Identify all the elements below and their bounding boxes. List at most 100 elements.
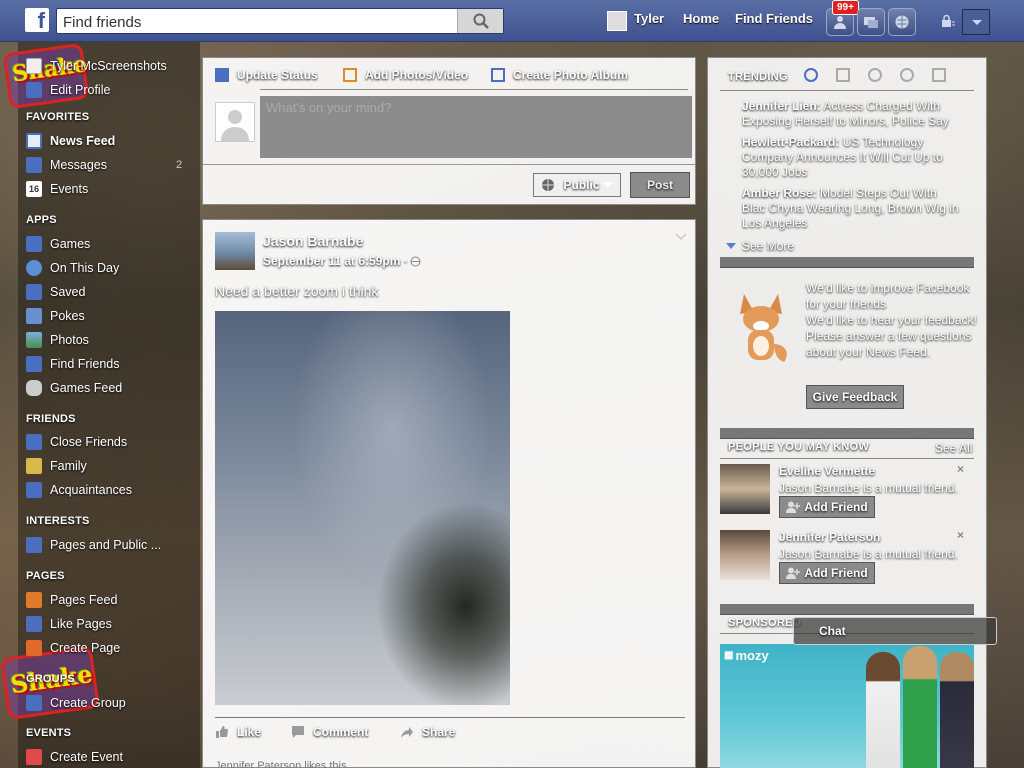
sidebar-item-pokes[interactable]: Pokes (26, 306, 85, 326)
sidebar-heading-events: EVENTS (26, 727, 72, 739)
sidebar-heading-favorites: FAVORITES (26, 111, 90, 123)
person-name[interactable]: Jennifer Paterson (779, 530, 880, 544)
messages-jewel[interactable] (857, 8, 885, 36)
sidebar-item-messages[interactable]: Messages (26, 155, 107, 175)
sidebar-heading-pages: PAGES (26, 570, 65, 582)
sidebar-item-saved[interactable]: Saved (26, 282, 85, 302)
user-avatar[interactable] (607, 11, 627, 31)
likes-summary[interactable]: Jennifer Paterson likes this. (215, 760, 350, 768)
trending-tab-sports-icon[interactable] (900, 68, 914, 82)
pymk-heading: PEOPLE YOU MAY KNOW (728, 441, 870, 453)
notifications-jewel[interactable] (888, 8, 916, 36)
post-button[interactable]: Post (630, 172, 690, 198)
mutual-friends[interactable]: Jason Barnabe is a mutual friend. (779, 481, 958, 495)
section-divider (720, 257, 974, 268)
clock-icon (26, 260, 42, 276)
sidebar-item-family[interactable]: Family (26, 456, 87, 476)
post-timestamp[interactable]: September 11 at 6:59pm · (263, 254, 421, 268)
rss-icon (26, 537, 42, 553)
author-avatar[interactable] (215, 232, 255, 270)
status-input[interactable]: What's on your mind? (260, 96, 692, 158)
search-input[interactable] (63, 12, 453, 32)
plus-icon (26, 640, 42, 656)
facebook-logo[interactable]: f (25, 8, 49, 32)
sidebar-item-news-feed[interactable]: News Feed (26, 131, 115, 151)
nav-find-friends-link[interactable]: Find Friends (735, 11, 813, 26)
pencil-icon (215, 68, 229, 82)
sidebar-heading-friends: FRIENDS (26, 413, 76, 425)
thumbs-up-icon (26, 616, 42, 632)
acquaintances-icon (26, 482, 42, 498)
sponsored-ad-image[interactable]: ▦ mozy (720, 644, 974, 768)
account-menu-button[interactable] (962, 9, 990, 35)
search-box (56, 8, 504, 34)
ad-person (940, 652, 974, 768)
search-button[interactable] (457, 9, 503, 33)
sidebar-heading-apps: APPS (26, 214, 57, 226)
privacy-selector[interactable]: Public (533, 173, 621, 197)
sidebar-item-find-friends[interactable]: Find Friends (26, 354, 119, 374)
tab-add-photos[interactable]: Add Photos/Video (343, 68, 468, 82)
close-friends-icon (26, 434, 42, 450)
trending-tab-science-icon[interactable] (868, 68, 882, 82)
like-button[interactable]: Like (215, 725, 261, 739)
sidebar-profile-link[interactable]: Tyler McScreenshots (26, 56, 167, 76)
sidebar-heading-interests: INTERESTS (26, 515, 90, 527)
post-photo[interactable] (215, 311, 510, 705)
trending-item[interactable]: Jennifer Lien: Actress Charged With Expo… (742, 99, 962, 129)
mutual-friends[interactable]: Jason Barnabe is a mutual friend. (779, 547, 958, 561)
nav-home-link[interactable]: Home (683, 11, 719, 26)
messages-count: 2 (176, 159, 183, 171)
sidebar-item-games-feed[interactable]: Games Feed (26, 378, 122, 398)
give-feedback-button[interactable]: Give Feedback (806, 385, 904, 409)
add-friend-button[interactable]: Add Friend (779, 562, 875, 584)
person-name[interactable]: Eveline Vermette (779, 464, 875, 478)
trending-item[interactable]: Hewlett-Packard: US Technology Company A… (742, 135, 962, 180)
globe-icon (542, 179, 555, 191)
sidebar-item-create-page[interactable]: Create Page (26, 638, 120, 658)
trending-tab-entertainment-icon[interactable] (932, 68, 946, 82)
close-icon[interactable]: × (957, 528, 964, 542)
trending-tab-politics-icon[interactable] (836, 68, 850, 82)
trending-item[interactable]: Amber Rose: Model Steps Out With Blac Ch… (742, 186, 962, 231)
notification-badge: 99+ (832, 0, 859, 15)
comment-button[interactable]: Comment (291, 725, 368, 739)
person-photo[interactable] (720, 530, 770, 580)
sidebar-item-games[interactable]: Games (26, 234, 90, 254)
sidebar-item-on-this-day[interactable]: On This Day (26, 258, 119, 278)
bookmark-icon (26, 284, 42, 300)
feed-story: Jason Barnabe September 11 at 6:59pm · N… (202, 219, 696, 768)
chevron-down-icon[interactable] (675, 230, 687, 242)
ad-brand-logo: ▦ mozy (724, 648, 769, 663)
thumbs-up-icon (216, 726, 228, 738)
sidebar-edit-profile[interactable]: Edit Profile (26, 80, 110, 100)
sidebar-item-pages-public[interactable]: Pages and Public ... (26, 535, 161, 555)
sidebar-item-create-group[interactable]: Create Group (26, 693, 126, 713)
right-column: TRENDING Jennifer Lien: Actress Charged … (707, 57, 987, 768)
sidebar-item-pages-feed[interactable]: Pages Feed (26, 590, 117, 610)
share-icon (401, 727, 413, 738)
messages-icon (864, 17, 878, 28)
trending-tab-top-icon[interactable] (804, 68, 818, 82)
tab-update-status[interactable]: Update Status (215, 68, 318, 82)
person-photo[interactable] (720, 464, 770, 514)
close-icon[interactable]: × (957, 462, 964, 476)
chat-sidebar-tab[interactable]: Chat (793, 617, 997, 645)
sidebar-item-events[interactable]: 16 Events (26, 179, 88, 199)
sidebar-item-photos[interactable]: Photos (26, 330, 89, 350)
trending-heading: TRENDING (728, 71, 788, 83)
tab-create-album[interactable]: Create Photo Album (491, 68, 628, 82)
sidebar-item-like-pages[interactable]: Like Pages (26, 614, 112, 634)
sidebar-item-create-event[interactable]: Create Event (26, 747, 123, 767)
privacy-shortcuts-icon[interactable] (940, 14, 956, 30)
sidebar-item-close-friends[interactable]: Close Friends (26, 432, 127, 452)
author-name[interactable]: Jason Barnabe (263, 233, 363, 249)
see-more-link[interactable]: See More (726, 239, 794, 253)
see-all-link[interactable]: See All (935, 441, 972, 455)
chevron-down-icon (602, 182, 613, 188)
sidebar-item-acquaintances[interactable]: Acquaintances (26, 480, 132, 500)
trending-category-tabs (804, 68, 946, 82)
add-friend-button[interactable]: Add Friend (779, 496, 875, 518)
nav-profile-link[interactable]: Tyler (634, 11, 664, 26)
share-button[interactable]: Share (400, 725, 455, 739)
